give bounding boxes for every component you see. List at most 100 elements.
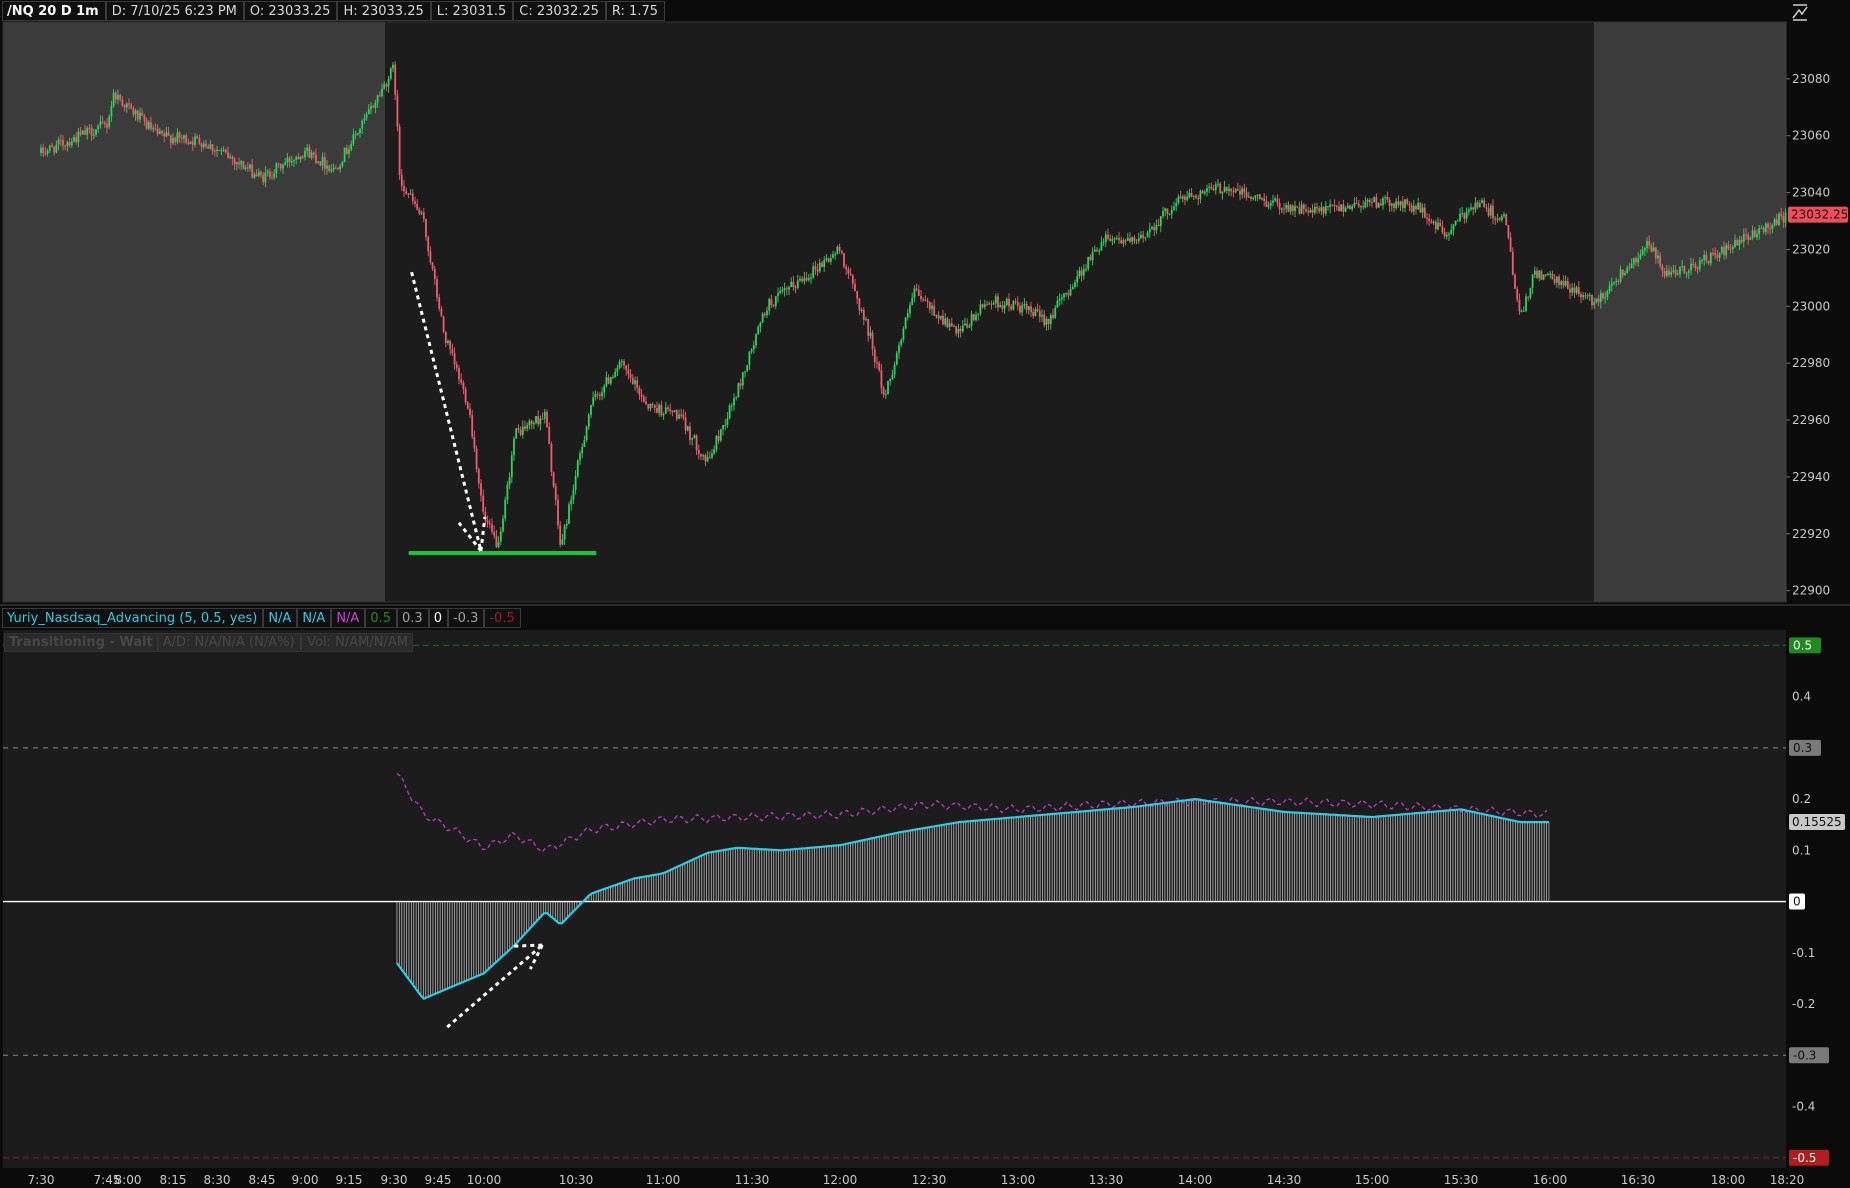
time-axis-tick-label: 9:00 [292,1173,319,1187]
candle-body [1190,193,1193,197]
candle-body [733,398,735,406]
candle-body [1060,297,1063,300]
candle-body [554,486,557,500]
candle-body [1318,208,1321,212]
candle-body [418,209,421,214]
candle-body [1714,253,1717,256]
candle-body [1696,267,1699,270]
oscillator-axis-label: -0.3 [1793,1048,1816,1062]
candle-body [1782,215,1785,223]
candle-body [1401,201,1404,209]
candle-body [1133,237,1136,241]
candle-body [1604,296,1607,299]
candle-body [301,156,304,158]
candle-body [1377,203,1380,208]
candle-body [867,318,870,336]
time-axis-tick-label: 18:00 [1711,1173,1746,1187]
candle-body [387,78,390,87]
candle-body [590,405,592,415]
candle-body [372,105,375,108]
candle-body [1393,203,1395,208]
candle-body [295,156,298,160]
candle-body [1692,263,1695,265]
candle-body [937,315,940,319]
candle-body [1729,248,1732,250]
chart-canvas[interactable]: 23080 23060 23040 23020 23000 22980 22960 22940… [0,0,1850,1188]
candle-body [1639,254,1642,258]
candle-body [1705,255,1708,261]
candle-body [376,95,379,103]
candle-body [1672,270,1675,272]
candle-body [1302,204,1305,210]
candle-body [178,132,181,138]
price-axis-tick-label: 22960 [1792,413,1830,427]
oscillator-axis-label: 0.4 [1792,690,1811,704]
candle-body [1725,245,1728,256]
candle-body [961,325,964,332]
candle-body [431,262,434,269]
price-axis-tick-label: 22940 [1792,470,1830,484]
candle-body [1230,188,1233,192]
candle-body [931,305,933,310]
candle-body [1709,253,1712,264]
candle-body [1045,318,1048,325]
candle-body [1316,206,1318,209]
candle-body [975,314,977,320]
symbol-label[interactable]: /NQ 20 D 1m [2,1,106,21]
candle-body [330,170,333,172]
candle-body [1415,205,1417,210]
candle-body [1104,234,1107,242]
candle-body [579,453,581,461]
candle-body [1421,207,1424,213]
candle-body [1560,281,1563,285]
oscillator-axis-label: -0.5 [1793,1151,1816,1165]
candle-body [1080,270,1083,276]
candle-body [1511,251,1514,275]
study-name[interactable]: Yuriy_Nasdsaq_Advancing (5, 0.5, yes) [2,608,264,628]
candle-body [438,297,441,309]
candle-body [433,268,436,280]
candle-body [1456,220,1459,222]
candle-body [1577,287,1580,295]
candle-body [871,332,874,350]
candle-body [42,147,45,154]
candle-body [990,303,993,305]
candle-body [97,125,100,130]
candle-body [449,340,452,350]
candle-body [1452,224,1455,230]
candle-body [559,525,562,545]
candle-body [737,383,740,398]
candle-body [845,266,848,270]
candle-body [1208,186,1211,189]
candle-body [950,323,953,327]
candle-body [686,426,689,431]
candle-body [1760,227,1763,229]
candle-body [139,112,141,120]
candle-body [854,283,856,292]
candle-body [704,455,707,462]
candle-body [249,164,251,169]
study-level-3: 0 [428,608,448,628]
candle-body [1690,263,1692,271]
candle-body [1701,260,1703,262]
candle-body [108,116,111,128]
candle-body [724,424,727,426]
candle-body [46,150,49,154]
candle-body [972,314,975,320]
candle-body [1437,222,1439,230]
candle-body [860,309,863,311]
candle-body [1338,206,1340,212]
candle-body [101,121,104,123]
candle-body [337,168,339,170]
candle-body [711,453,713,458]
candle-body [341,161,344,167]
candle-body [1489,205,1492,216]
candle-body [255,174,258,176]
candle-body [1135,240,1138,242]
candle-body [755,334,757,346]
chart-settings-icon[interactable] [1790,2,1810,22]
candle-body [772,305,775,307]
candle-body [1115,238,1118,240]
candle-body [350,143,353,150]
study-level-4: -0.3 [447,608,485,628]
